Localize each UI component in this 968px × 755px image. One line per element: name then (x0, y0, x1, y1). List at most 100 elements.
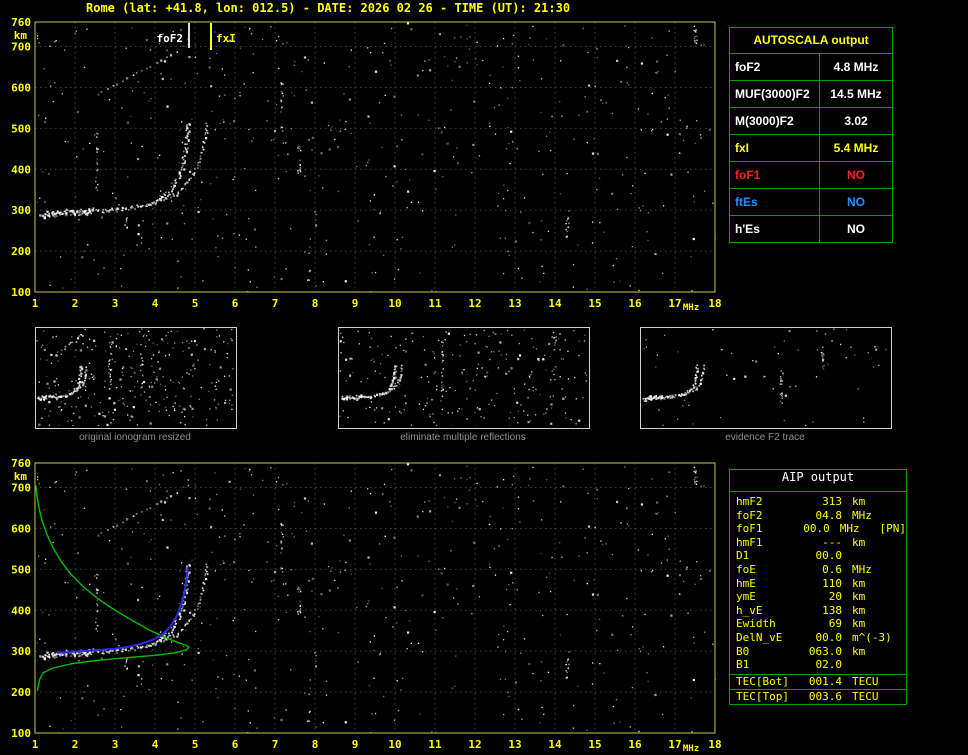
y-axis-tick-label: 700 (11, 41, 31, 54)
table-row: fxI 5.4 MHz (730, 135, 892, 162)
table-row: foF1 NO (730, 162, 892, 189)
y-axis-tick-label: 600 (11, 522, 31, 535)
y-axis-tick-label: 200 (11, 686, 31, 699)
aip-row-unit: km (852, 617, 866, 631)
aip-row-value: 02.0 (815, 658, 843, 672)
aip-table-body: hmF2 313 km foF2 04.8 MHz foF1 00.0 MHz … (730, 492, 906, 674)
aip-row-value: 04.8 (815, 508, 843, 522)
autoscala-row-value: 3.02 (844, 114, 868, 128)
aip-row-unit: TECU (852, 689, 879, 703)
y-axis-tick-label: 760 (11, 457, 31, 470)
table-row: M(3000)F2 3.02 (730, 108, 892, 135)
x-axis-tick-label: 12 (468, 297, 481, 310)
thumbnail-evidence-plot (641, 328, 889, 426)
x-axis-tick-label: 13 (508, 738, 521, 751)
aip-row-value: 00.0 (815, 630, 843, 644)
x-axis-tick-label: 8 (312, 297, 319, 310)
x-axis-tick-label: 8 (312, 738, 319, 751)
autoscala-row-label: M(3000)F2 (730, 108, 820, 134)
y-axis-tick-label: 760 (11, 16, 31, 29)
y-axis-unit-label: km (14, 29, 28, 42)
aip-row-value: 003.6 (808, 689, 842, 703)
table-row: B0 063.0 km (736, 645, 906, 659)
thumbnail-original-ionogram (35, 327, 237, 429)
plot-area (339, 328, 587, 426)
autoscala-row-label: h'Es (730, 216, 820, 242)
autoscala-row-label: MUF(3000)F2 (730, 81, 820, 107)
aip-row-label: D1 (736, 549, 750, 563)
x-axis-tick-label: 4 (152, 297, 159, 310)
autoscala-row-label: fxI (730, 135, 820, 161)
x-axis-tick-label: 11 (428, 738, 442, 751)
x-axis-tick-label: 10 (388, 738, 401, 751)
table-row: hmE 110 km (736, 577, 906, 591)
aip-row-value: --- (822, 535, 842, 549)
x-axis-tick-label: 2 (72, 297, 79, 310)
thumbnail-evidence-f2 (640, 327, 892, 429)
table-row: foF2 04.8 MHz (736, 509, 906, 523)
x-axis-tick-label: 2 (72, 738, 79, 751)
autoscala-row-label: foF2 (730, 54, 820, 80)
aip-row-label: hmE (736, 576, 756, 590)
aip-tec-section: TEC[Bot] 001.4 TECU TEC[Top] 003.6 TECU (730, 673, 906, 704)
aip-row-label: h_vE (736, 603, 763, 617)
aip-row-value: 00.0 (803, 522, 830, 536)
autoscala-row-label: ftEs (730, 189, 820, 215)
aip-row-unit: MHz (852, 508, 872, 522)
aip-row-unit: m^(-3) (852, 630, 892, 644)
table-row: MUF(3000)F2 14.5 MHz (730, 81, 892, 108)
aip-row-value: 0.6 (822, 562, 842, 576)
aip-row-label: Ewidth (736, 617, 776, 631)
fof2-marker-label: foF2 (157, 32, 184, 45)
aip-row-label: B1 (736, 658, 750, 672)
aip-row-label: TEC[Bot] (736, 674, 789, 688)
aip-row-label: TEC[Top] (736, 689, 789, 703)
aip-row-unit: km (852, 644, 866, 658)
aip-row-label: hmF2 (736, 495, 763, 508)
x-axis-tick-label: 3 (112, 297, 119, 310)
x-axis-tick-label: 16 (628, 297, 642, 310)
table-row: D1 00.0 (736, 549, 906, 563)
y-axis-tick-label: 500 (11, 563, 31, 576)
thumbnail-caption: original ionogram resized (79, 432, 191, 443)
aip-row-value: 063.0 (808, 644, 842, 658)
table-row: foF2 4.8 MHz (730, 54, 892, 81)
plot-area (36, 328, 234, 426)
autoscala-screen: Rome (lat: +41.8, lon: 012.5) - DATE: 20… (0, 0, 968, 755)
x-axis-tick-label: 16 (628, 738, 642, 751)
x-axis-unit-label: MHz (683, 303, 699, 313)
x-axis-unit-label: MHz (683, 744, 699, 754)
autoscala-row-value: NO (847, 222, 865, 236)
thumbnail-caption: evidence F2 trace (725, 432, 805, 443)
x-axis-tick-label: 4 (152, 738, 159, 751)
table-row: foF1 00.0 MHz [PN] (736, 522, 906, 536)
x-axis-tick-label: 15 (588, 297, 601, 310)
x-axis-tick-label: 7 (272, 297, 279, 310)
thumbnail-original-plot (36, 328, 234, 426)
autoscala-row-value: 4.8 MHz (833, 60, 879, 74)
x-axis-tick-label: 9 (352, 738, 359, 751)
x-axis-tick-label: 7 (272, 738, 279, 751)
aip-row-unit: km (852, 590, 866, 604)
thumbnail-eliminate-reflections (338, 327, 590, 429)
x-axis-tick-label: 15 (588, 738, 601, 751)
autoscala-table-header: AUTOSCALA output (730, 28, 892, 54)
aip-row-unit: MHz [PN] (839, 522, 906, 536)
x-axis-tick-label: 6 (232, 297, 239, 310)
fxi-marker-label: fxI (216, 32, 236, 45)
aip-row-label: foF2 (736, 508, 763, 522)
thumbnail-caption: eliminate multiple reflections (400, 432, 526, 443)
autoscala-row-value: NO (847, 195, 865, 209)
table-row: foE 0.6 MHz (736, 563, 906, 577)
aip-row-unit: km (852, 603, 866, 617)
aip-row-unit: km (852, 576, 866, 590)
table-row: TEC[Top] 003.6 TECU (730, 688, 906, 704)
x-axis-tick-label: 10 (388, 297, 401, 310)
aip-row-value: 138 (822, 603, 842, 617)
autoscala-row-value: 5.4 MHz (833, 141, 879, 155)
x-axis-tick-label: 11 (428, 297, 442, 310)
y-axis-tick-label: 300 (11, 645, 31, 658)
table-row: ymE 20 km (736, 590, 906, 604)
aip-row-unit: km (852, 535, 866, 549)
table-row: DelN_vE 00.0 m^(-3) (736, 631, 906, 645)
